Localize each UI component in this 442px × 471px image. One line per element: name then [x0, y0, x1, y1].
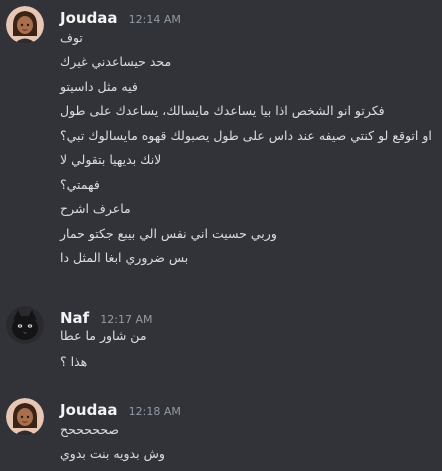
user-avatar[interactable] — [6, 6, 44, 44]
timestamp: 12:14 AM — [128, 13, 181, 26]
username[interactable]: Joudaa — [60, 401, 118, 419]
timestamp: 12:17 AM — [100, 313, 153, 326]
message-text: هذا ؟ — [60, 354, 88, 369]
user-avatar[interactable] — [6, 398, 44, 436]
avatar-girl-icon — [6, 398, 44, 436]
message-text: بس ضروري ابغا المثل دا — [60, 250, 189, 265]
message-group: Joudaa 12:14 AM توف محد حيساعدني غيرك في… — [0, 0, 442, 290]
avatar-cat-icon — [6, 306, 44, 344]
username[interactable]: Joudaa — [60, 9, 118, 27]
message-text: من شاور ما عطا — [60, 328, 147, 343]
message-text: فهمتي؟ — [60, 177, 100, 192]
avatar-girl-icon — [6, 6, 44, 44]
message-text: ماعرف اشرح — [60, 201, 131, 216]
message-text: صحححححح — [60, 422, 120, 437]
message-group: Naf 12:17 AM من شاور ما عطا هذا ؟ — [0, 300, 442, 380]
message-text: فيه مثل داسيتو — [60, 79, 138, 94]
message-text: فكرتو انو الشخص اذا بيا يساعدك مايسالك، … — [60, 103, 385, 118]
message-text: وربي حسيت اني نفس الي بيبع جكتو حمار — [60, 226, 277, 241]
user-avatar[interactable] — [6, 306, 44, 344]
message-header: Joudaa 12:14 AM — [60, 8, 181, 27]
message-text: او اتوقع لو كنتي صيفه عند داس على طول يص… — [60, 128, 432, 143]
message-text: توف — [60, 30, 83, 45]
message-text: وش بدويه بنت بدوي — [60, 446, 165, 461]
timestamp: 12:18 AM — [128, 405, 181, 418]
message-group: Joudaa 12:18 AM صحححححح وش بدويه بنت بدو… — [0, 392, 442, 471]
username[interactable]: Naf — [60, 309, 89, 327]
message-header: Joudaa 12:18 AM — [60, 400, 181, 419]
message-text: محد حيساعدني غيرك — [60, 54, 172, 69]
message-text: لانك بديهيا بتقولي لا — [60, 152, 162, 167]
message-header: Naf 12:17 AM — [60, 308, 153, 327]
